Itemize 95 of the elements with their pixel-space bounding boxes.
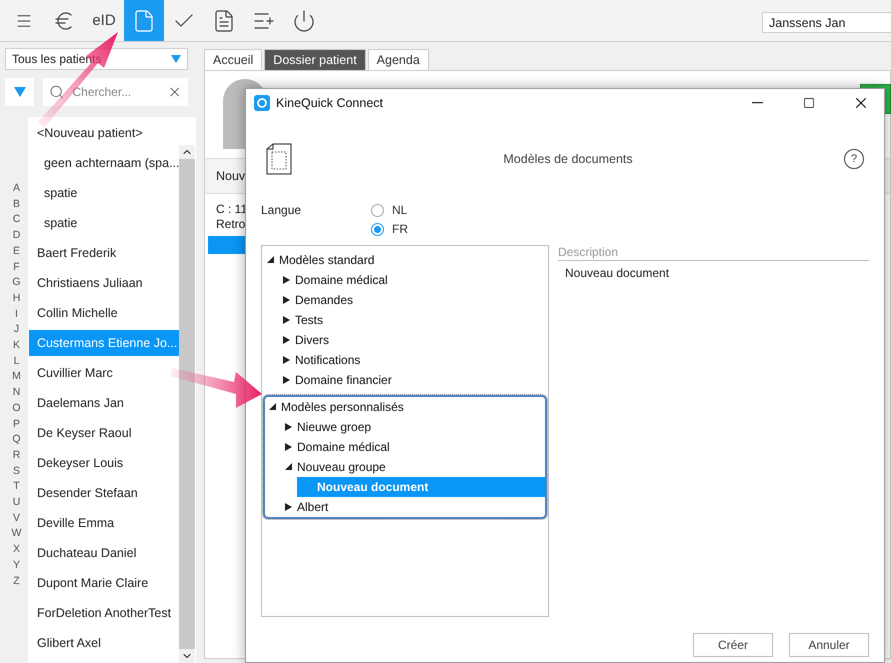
dialog-heading: Modèles de documents — [502, 152, 634, 166]
tree-item[interactable]: Modèles standard — [263, 250, 547, 270]
tree-item[interactable]: Nieuwe groep — [281, 417, 545, 437]
maximize-icon — [803, 97, 815, 109]
search-icon — [49, 84, 64, 100]
tab[interactable]: Accueil — [204, 49, 262, 70]
tree-item[interactable]: Modèles personnalisés — [265, 397, 545, 417]
tree-item[interactable]: Tests — [279, 310, 547, 330]
collapse-triangle-icon[interactable] — [267, 256, 274, 264]
patient-list-item[interactable]: geen achternaam (spa... — [29, 148, 179, 178]
alphabet-letter[interactable]: K — [12, 338, 20, 354]
search-field[interactable]: Chercher... — [43, 78, 188, 106]
tree-item[interactable]: Nouveau groupe — [281, 457, 545, 477]
language-radio[interactable]: NL — [371, 203, 408, 217]
minimize-icon — [752, 102, 762, 104]
alphabet-letter[interactable]: X — [12, 542, 20, 558]
patient-list-item[interactable]: Christiaens Juliaan — [29, 268, 179, 298]
dialog-button[interactable]: Annuler — [789, 633, 869, 657]
scrollbar[interactable] — [179, 145, 195, 663]
alphabet-letter[interactable]: Q — [12, 432, 21, 448]
expand-triangle-icon[interactable] — [283, 296, 290, 304]
app-logo-icon — [254, 95, 270, 111]
language-label: Langue — [261, 203, 302, 219]
alphabet-letter[interactable]: F — [13, 260, 20, 276]
patient-list-item[interactable]: Glibert Axel — [29, 628, 179, 658]
patient-list-item[interactable]: Deville Emma — [29, 508, 179, 538]
alphabet-letter[interactable]: P — [12, 416, 20, 432]
help-button[interactable]: ? — [844, 149, 864, 169]
tree-item[interactable]: Domaine médical — [281, 437, 545, 457]
alphabet-letter[interactable]: O — [12, 400, 21, 417]
alphabet-letter[interactable]: A — [12, 181, 20, 197]
language-radio[interactable]: FR — [371, 222, 408, 236]
collapse-triangle-icon[interactable] — [269, 403, 276, 411]
alphabet-letter[interactable]: J — [14, 322, 20, 338]
patient-list-item[interactable]: spatie — [29, 208, 179, 238]
alphabet-letter[interactable]: C — [12, 212, 20, 228]
alphabet-letter[interactable]: E — [12, 244, 20, 260]
alphabet-letter[interactable]: R — [12, 448, 20, 464]
toolbar-button[interactable]: eID — [84, 0, 124, 41]
window-title: KineQuick Connect — [276, 96, 384, 110]
highlight-bar — [208, 236, 248, 254]
alphabet-letter[interactable]: I — [15, 306, 18, 322]
tab[interactable]: Agenda — [368, 49, 429, 70]
expand-triangle-icon[interactable] — [283, 336, 290, 344]
alphabet-letter[interactable]: S — [12, 464, 20, 480]
alphabet-letter[interactable]: U — [12, 495, 20, 511]
document-icon — [266, 143, 292, 175]
alphabet-letter[interactable]: B — [12, 196, 20, 212]
expand-triangle-icon[interactable] — [283, 316, 290, 324]
alphabet-letter[interactable]: D — [12, 228, 20, 244]
dropdown-arrow-icon — [171, 55, 181, 63]
power-icon — [292, 8, 316, 32]
tree-item[interactable]: Domaine médical — [279, 270, 547, 290]
tree-item[interactable]: Divers — [279, 330, 547, 350]
alphabet-letter[interactable]: L — [14, 354, 20, 370]
expand-triangle-icon[interactable] — [285, 503, 292, 511]
patient-list-item[interactable]: Daelemans Jan — [29, 388, 179, 418]
patient-list-item[interactable]: De Keyser Raoul — [29, 418, 179, 448]
triangle-down-icon — [14, 87, 26, 97]
patient-list-item[interactable]: Baert Frederik — [29, 238, 179, 268]
tree-item[interactable]: Demandes — [279, 290, 547, 310]
alphabet-letter[interactable]: Z — [13, 574, 20, 590]
tree-item[interactable]: Domaine financier — [279, 370, 547, 390]
filter-button[interactable] — [5, 78, 34, 106]
patient-list-item[interactable]: Dupont Marie Claire — [29, 568, 179, 598]
expand-triangle-icon[interactable] — [283, 376, 290, 384]
patient-list-item[interactable]: Desender Stefaan — [29, 478, 179, 508]
patient-list-item[interactable]: ForDeletion AnotherTest — [29, 598, 179, 628]
collapse-triangle-icon[interactable] — [285, 463, 292, 471]
description-text: Nouveau document — [564, 265, 670, 280]
expand-triangle-icon[interactable] — [283, 276, 290, 284]
alphabet-letter[interactable]: G — [12, 275, 21, 291]
patient-list-item[interactable]: Collin Michelle — [29, 298, 179, 328]
expand-triangle-icon[interactable] — [285, 443, 292, 451]
user-field[interactable]: Janssens Jan — [762, 12, 891, 33]
alphabet-letter[interactable]: W — [12, 526, 22, 542]
alphabet-letter[interactable]: Y — [12, 558, 20, 574]
alphabet-letter[interactable]: V — [12, 510, 20, 526]
tab[interactable]: Dossier patient — [264, 49, 366, 70]
tree-item[interactable]: Albert — [281, 497, 545, 517]
description-label: Description — [558, 245, 869, 261]
patient-list-item[interactable]: Dekeyser Louis — [29, 448, 179, 478]
panel-text: Nouv — [216, 169, 246, 183]
patient-list-item[interactable]: Cuvillier Marc — [29, 358, 179, 388]
tree-item[interactable]: Notifications — [279, 350, 547, 370]
dialog-button[interactable]: Créer — [693, 633, 773, 657]
patient-list-item[interactable]: <Nouveau patient> — [29, 118, 179, 148]
expand-triangle-icon[interactable] — [285, 423, 292, 431]
alphabet-letter[interactable]: M — [12, 369, 21, 386]
patient-list-item[interactable]: Duchateau Daniel — [29, 538, 179, 568]
expand-triangle-icon[interactable] — [283, 356, 290, 364]
alphabet-letter[interactable]: H — [12, 290, 20, 307]
alphabet-letter[interactable]: T — [13, 479, 20, 496]
patient-list-item[interactable]: spatie — [29, 178, 179, 208]
alphabet-letter[interactable]: N — [12, 385, 20, 401]
